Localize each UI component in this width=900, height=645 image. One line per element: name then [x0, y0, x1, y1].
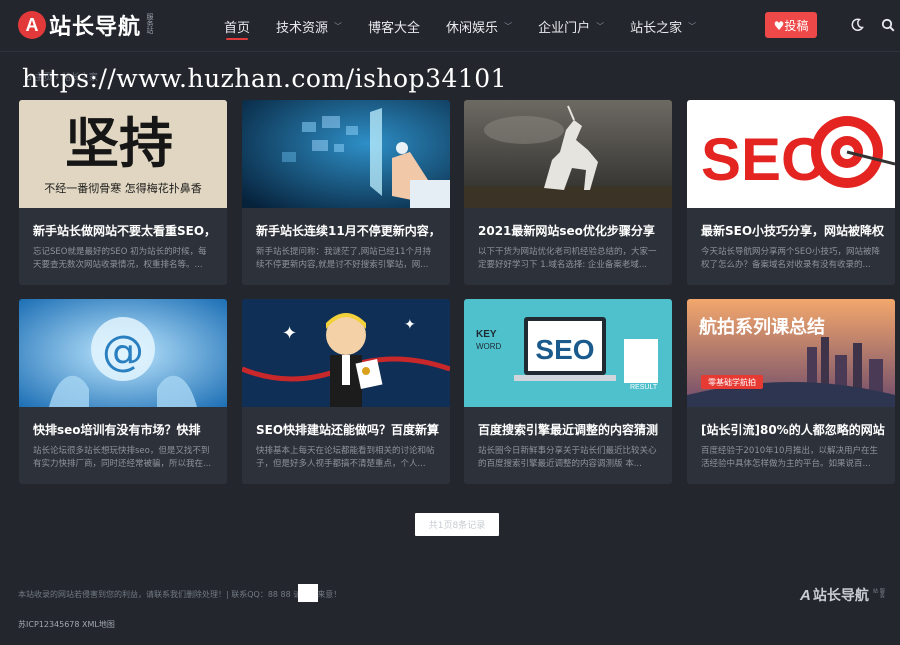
- nav-item-webmaster-home[interactable]: 站长之家 ﹀: [630, 0, 696, 52]
- chevron-down-icon: ﹀: [596, 21, 605, 31]
- nav-item-entertainment[interactable]: 休闲娱乐 ﹀: [446, 0, 512, 52]
- pagination-info: 共1页8条记录: [415, 513, 499, 536]
- aerial-title-text: 航拍系列课总结: [699, 316, 825, 338]
- post-thumbnail: 航拍系列课总结 零基础学航拍: [687, 299, 895, 407]
- svg-text:@: @: [102, 326, 144, 375]
- search-icon[interactable]: [879, 16, 897, 34]
- post-thumbnail: [464, 100, 672, 208]
- footer-logo-sub: 服务站: [871, 588, 885, 598]
- post-title[interactable]: 百度搜索引擎最近调整的内容猜测: [478, 421, 662, 438]
- post-thumbnail: [242, 100, 450, 208]
- nav-item-tech-resources[interactable]: 技术资源 ﹀: [276, 0, 342, 52]
- chevron-down-icon: ﹀: [688, 21, 697, 31]
- post-thumbnail: SEO KEY WORD RESULT: [464, 299, 672, 407]
- aerial-badge-text: 零基础学航拍: [708, 377, 756, 387]
- footer-qq-mask: [298, 584, 318, 602]
- nav-label: 休闲娱乐: [446, 20, 499, 36]
- post-title[interactable]: 2021最新网站seo优化步骤分享: [478, 222, 662, 239]
- nav-label: 站长之家: [630, 20, 683, 36]
- post-thumbnail: SEO: [687, 100, 895, 208]
- footer-logo-letter: A: [800, 586, 811, 604]
- nav-label: 技术资源: [276, 20, 329, 36]
- logo-badge: A: [18, 11, 46, 39]
- post-excerpt: 忘记SEO就是最好的SEO 初为站长的时候，每天要查无数次网站收录情况，权重排名…: [33, 247, 207, 270]
- nav-label: 企业门户: [538, 20, 591, 36]
- result-text: RESULT: [630, 384, 658, 391]
- footer-logo: A 站长导航 服务站: [800, 585, 886, 605]
- top-navbar: A 站长导航 服务站 首页 技术资源 ﹀ 博客大全 休闲娱乐 ﹀ 企业门户 ﹀ 站长之…: [0, 0, 900, 52]
- calligraphy-big-text: 坚持: [65, 111, 173, 175]
- footer-notice: 本站收录的网站若侵害到您的利益，请联系我们删除处理！| 联系QQ：88 88 请…: [18, 590, 342, 599]
- calligraphy-small-text: 不经一番彻骨寒 怎得梅花扑鼻香: [44, 181, 202, 195]
- main-nav: 首页 技术资源 ﹀ 博客大全 休闲娱乐 ﹀ 企业门户 ﹀ 站长之家 ﹀: [224, 0, 722, 52]
- post-title[interactable]: 新手站长做网站不要太看重SEO，: [33, 222, 217, 239]
- post-excerpt: 站长圈今日新鲜事分享关于站长们最近比较关心的百度搜索引擎最近调整的内容调测版 本…: [478, 446, 657, 469]
- post-excerpt: 快排基本上每天在论坛都能看到相关的讨论和帖子，但是好多人视手都搞不清楚重点，个人…: [256, 446, 435, 469]
- footer-logo-text: 站长导航: [812, 588, 869, 604]
- svg-text:✦: ✦: [404, 317, 416, 333]
- post-thumbnail: ✦ ✦: [242, 299, 450, 407]
- nav-item-enterprise[interactable]: 企业门户 ﹀: [538, 0, 604, 52]
- post-title[interactable]: 新手站长连续11月不停更新内容，: [256, 222, 440, 239]
- footer-icp-link[interactable]: 苏ICP12345678 XML地图: [18, 619, 115, 630]
- svg-text:✦: ✦: [282, 323, 297, 344]
- seo-text: SEO: [701, 126, 828, 193]
- post-thumbnail: @: [19, 299, 227, 407]
- post-excerpt: 新手站长提问称：我谜茫了,网站已经11个月持续不停更新内容,就是讨不好搜索引擎站…: [256, 247, 432, 270]
- chevron-down-icon: ﹀: [504, 21, 513, 31]
- keyword-text: KEY: [476, 329, 497, 340]
- seo-laptop-text: SEO: [535, 334, 594, 365]
- keyword-text-2: WORD: [476, 342, 502, 351]
- site-logo[interactable]: A 站长导航 服务站: [18, 10, 155, 40]
- post-thumbnail: 坚持 不经一番彻骨寒 怎得梅花扑鼻香: [19, 100, 227, 208]
- post-card[interactable]: ✦ ✦ SEO快排建站还能做吗？百度新算 快排基本上每天在论坛都能看到相关的讨论…: [242, 299, 450, 484]
- submit-button[interactable]: ♥投稿: [765, 12, 817, 38]
- post-card[interactable]: @ 快排seo培训有没有市场？快排 站长论坛很多站长想玩快排seo，但是又找不到…: [19, 299, 227, 484]
- logo-subtext: 服务站: [146, 13, 155, 34]
- post-excerpt: 站长论坛很多站长想玩快排seo，但是又找不到有实力快排厂商，同时还经常被骗，所以…: [33, 446, 212, 469]
- logo-text: 站长导航: [49, 15, 142, 40]
- post-excerpt: 百度经验于2010年10月推出，以解决用户在生活经验中具体怎样做为主的平台。如果…: [701, 446, 878, 469]
- post-excerpt: 今天站长导航网分享两个SEO小技巧，网站被降权了怎么办？备案域名对收录有没有收录…: [701, 247, 880, 270]
- nav-label: 博客大全: [368, 20, 421, 36]
- chevron-down-icon: ﹀: [334, 21, 343, 31]
- nav-item-home[interactable]: 首页: [224, 0, 250, 52]
- post-card[interactable]: 航拍系列课总结 零基础学航拍 [站长引流]80%的人都忽略的网站 百度经验于20…: [687, 299, 895, 484]
- post-excerpt: 以下干货为网站优化老司机经验总结的，大家一定要好好学习下 1.域名选择: 企业备…: [478, 247, 657, 270]
- watermark-url: https://www.huzhan.com/ishop34101: [22, 64, 508, 93]
- post-card[interactable]: 新手站长连续11月不停更新内容， 新手站长提问称：我谜茫了,网站已经11个月持续…: [242, 100, 450, 285]
- nav-label: 首页: [224, 20, 251, 36]
- post-card[interactable]: 2021最新网站seo优化步骤分享 以下干货为网站优化老司机经验总结的，大家一定…: [464, 100, 672, 285]
- nav-item-blogs[interactable]: 博客大全: [368, 0, 420, 52]
- post-title[interactable]: 最新SEO小技巧分享，网站被降权: [701, 222, 885, 239]
- post-title[interactable]: [站长引流]80%的人都忽略的网站: [701, 421, 885, 438]
- post-title[interactable]: SEO快排建站还能做吗？百度新算: [256, 421, 440, 438]
- moon-icon[interactable]: [848, 16, 866, 34]
- post-card[interactable]: SEO KEY WORD RESULT 百度搜索引擎最近调整的内容猜测 站长圈今…: [464, 299, 672, 484]
- post-title[interactable]: 快排seo培训有没有市场？快排: [33, 421, 217, 438]
- post-card[interactable]: 坚持 不经一番彻骨寒 怎得梅花扑鼻香 新手站长做网站不要太看重SEO， 忘记SE…: [19, 100, 227, 285]
- post-card[interactable]: SEO 最新SEO小技巧分享，网站被降权 今天站长导航网分享两个SEO小技巧，网…: [687, 100, 895, 285]
